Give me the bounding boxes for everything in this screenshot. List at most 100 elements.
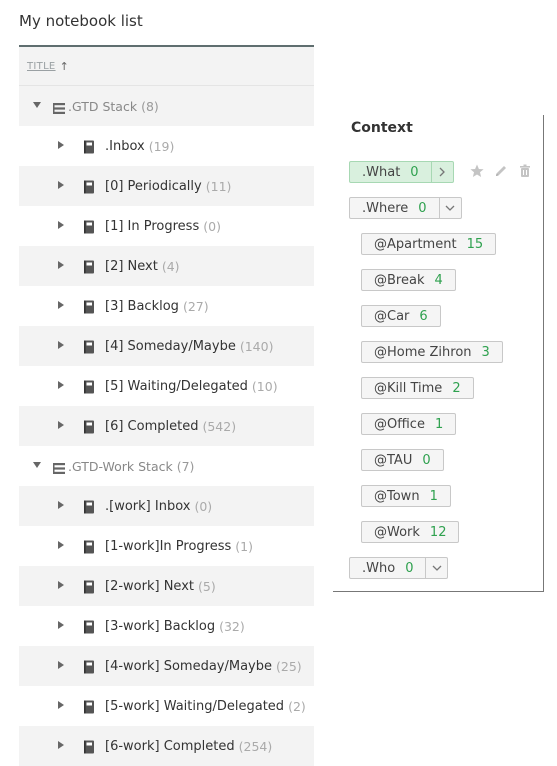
caret-right-icon[interactable] (56, 140, 66, 153)
who-tag-count: 0 (405, 560, 414, 576)
context-tag-count: 6 (419, 308, 428, 324)
context-tag[interactable]: @Apartment 15 (361, 233, 497, 255)
caret-right-icon[interactable] (56, 540, 66, 553)
context-tag[interactable]: @Office 1 (361, 413, 457, 435)
context-tag[interactable]: @Break 4 (361, 269, 456, 291)
note-count: (542) (202, 418, 237, 434)
sort-ascending-icon[interactable]: ↑ (60, 60, 69, 73)
notebook-icon (83, 259, 95, 274)
notebook-row[interactable]: [6] Completed (542) (19, 406, 314, 446)
notebook-row[interactable]: [0] Periodically (11) (19, 166, 314, 206)
notebook-icon (83, 699, 95, 714)
who-tag[interactable]: .Who 0 (349, 557, 449, 579)
stack-name: .GTD Stack (68, 98, 138, 114)
notebook-row[interactable]: [2] Next (4) (19, 246, 314, 286)
notebook-row[interactable]: [4-work] Someday/Maybe (25) (19, 646, 314, 686)
context-tag-label: @Town (374, 488, 420, 504)
note-count: (0) (203, 218, 221, 234)
context-tag[interactable]: @Town 1 (361, 485, 451, 507)
notebook-icon (83, 739, 95, 754)
caret-right-icon[interactable] (56, 500, 66, 513)
what-tag-label: .What (362, 164, 401, 180)
stack-count: (8) (141, 98, 159, 114)
caret-right-icon[interactable] (56, 180, 66, 193)
note-count: (10) (251, 378, 278, 394)
tag-actions (469, 163, 533, 179)
context-tag[interactable]: @Kill Time 2 (361, 377, 474, 399)
notebook-row[interactable]: [5] Waiting/Delegated (10) (19, 366, 314, 406)
notebook-icon (83, 219, 95, 234)
notebook-name: [2-work] Next (105, 578, 194, 594)
caret-right-icon[interactable] (56, 660, 66, 673)
context-tag[interactable]: @Work 12 (361, 521, 460, 543)
notebook-name: [3] Backlog (105, 298, 179, 314)
caret-right-icon[interactable] (56, 220, 66, 233)
pencil-icon[interactable] (493, 163, 509, 179)
context-tag[interactable]: @TAU 0 (361, 449, 444, 471)
caret-right-icon[interactable] (56, 300, 66, 313)
notebook-name: [5] Waiting/Delegated (105, 378, 248, 394)
context-tag-count: 15 (466, 236, 484, 252)
where-tag[interactable]: .Where 0 (349, 197, 462, 219)
notebook-icon (83, 659, 95, 674)
note-count: (25) (275, 658, 302, 674)
notebook-icon (83, 539, 95, 554)
star-icon[interactable] (469, 163, 485, 179)
caret-right-icon[interactable] (56, 580, 66, 593)
caret-down-icon[interactable] (32, 461, 42, 472)
notebook-row[interactable]: [6-work] Completed (254) (19, 726, 314, 766)
notebook-row[interactable]: [4] Someday/Maybe (140) (19, 326, 314, 366)
chevron-right-icon[interactable] (430, 162, 453, 182)
note-count: (1) (235, 538, 253, 554)
context-tag-label: @Work (374, 524, 420, 540)
context-tag-label: @Break (374, 272, 425, 288)
title-column-header[interactable]: TITLE (27, 61, 56, 72)
caret-right-icon[interactable] (56, 260, 66, 273)
context-title: Context (351, 120, 413, 136)
what-tag-count: 0 (410, 164, 419, 180)
caret-right-icon[interactable] (56, 700, 66, 713)
caret-right-icon[interactable] (56, 340, 66, 353)
notebook-row[interactable]: .Inbox (19) (19, 126, 314, 166)
note-count: (11) (205, 178, 232, 194)
context-tag[interactable]: @Home Zihron 3 (361, 341, 503, 363)
notebook-row[interactable]: [3] Backlog (27) (19, 286, 314, 326)
notebook-name: [4-work] Someday/Maybe (105, 658, 272, 674)
trash-icon[interactable] (517, 163, 533, 179)
context-tag-count: 1 (434, 416, 444, 432)
context-tag-label: @Kill Time (374, 380, 443, 396)
notebook-icon (83, 179, 95, 194)
notebook-row[interactable]: [3-work] Backlog (32) (19, 606, 314, 646)
notebook-name: [6-work] Completed (105, 738, 235, 754)
what-tag[interactable]: .What 0 (349, 161, 454, 183)
notebook-row[interactable]: [5-work] Waiting/Delegated (2) (19, 686, 314, 726)
stack-row[interactable]: .GTD Stack (8) (19, 86, 314, 126)
stack-icon (52, 100, 66, 114)
note-count: (140) (239, 338, 274, 354)
notebook-icon (83, 299, 95, 314)
context-tag-count: 4 (434, 272, 443, 288)
stack-row[interactable]: .GTD-Work Stack (7) (19, 446, 314, 486)
notebook-name: [1] In Progress (105, 218, 200, 234)
caret-down-icon[interactable] (32, 101, 42, 112)
caret-right-icon[interactable] (56, 420, 66, 433)
notebook-list: TITLE ↑ .GTD Stack (8) .Inbox (19) [0] Perio… (19, 45, 314, 766)
column-header-row: TITLE ↑ (19, 47, 314, 86)
note-count: (27) (182, 298, 209, 314)
note-count: (5) (197, 578, 216, 594)
note-count: (32) (219, 618, 245, 634)
context-tag-count: 0 (422, 452, 431, 468)
notebook-name: [0] Periodically (105, 178, 202, 194)
chevron-down-icon[interactable] (425, 558, 447, 578)
chevron-down-icon[interactable] (438, 198, 461, 218)
caret-right-icon[interactable] (56, 380, 66, 393)
notebook-name: .[work] Inbox (105, 498, 191, 514)
context-tag[interactable]: @Car 6 (361, 305, 441, 327)
notebook-list-title: My notebook list (19, 12, 143, 30)
caret-right-icon[interactable] (56, 620, 66, 633)
notebook-row[interactable]: [1] In Progress (0) (19, 206, 314, 246)
notebook-row[interactable]: .[work] Inbox (0) (19, 486, 314, 526)
caret-right-icon[interactable] (56, 740, 66, 753)
notebook-row[interactable]: [1-work]In Progress (1) (19, 526, 314, 566)
notebook-row[interactable]: [2-work] Next (5) (19, 566, 314, 606)
